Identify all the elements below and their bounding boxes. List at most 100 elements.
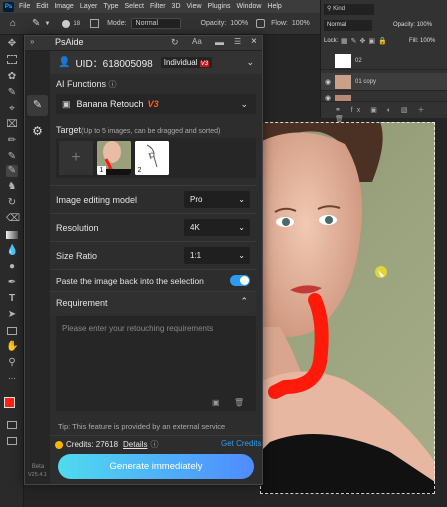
brush-settings-icon[interactable]: [90, 19, 100, 28]
layer-actions[interactable]: ⚭ fx ▣ ◐ ▧ ＋ 🗑: [335, 105, 447, 123]
size-ratio-select[interactable]: 1:1 ⌄: [184, 247, 250, 264]
target-thumbnail[interactable]: 2: [135, 141, 169, 175]
requirement-header[interactable]: Requirement ⌃: [50, 291, 256, 313]
layer-name: 02: [355, 57, 362, 64]
user-icon: 👤: [58, 57, 71, 68]
hand-tool-icon[interactable]: ✋: [6, 341, 18, 353]
function-chevron-icon[interactable]: ⌄: [240, 99, 248, 110]
layer-fill-label: Fill:: [409, 38, 419, 44]
pen-tool-icon[interactable]: ✒: [6, 277, 18, 289]
image-insert-icon[interactable]: ▣: [212, 398, 220, 407]
info-icon[interactable]: ⓘ: [109, 80, 117, 89]
dropdown-arrow-icon[interactable]: ▼: [44, 21, 50, 27]
menu-layer[interactable]: Layer: [80, 3, 98, 10]
panel-header: » PsAide ↻ Aa ▬ ☰ ×: [25, 36, 262, 51]
model-value: Pro: [190, 195, 203, 204]
layer-fill[interactable]: Fill: 100%: [409, 36, 435, 47]
layer-fill-value: 100%: [420, 38, 436, 44]
eyedropper-icon[interactable]: ✏: [6, 135, 18, 147]
panel-menu-icon[interactable]: ☰: [234, 37, 241, 46]
home-icon[interactable]: ⌂: [10, 18, 16, 29]
move-tool-icon[interactable]: ✥: [6, 38, 18, 50]
pressure-opacity-icon[interactable]: [256, 19, 266, 28]
get-credits-link[interactable]: Get Credits: [221, 439, 261, 448]
plan-badge: Individual V3: [160, 57, 213, 68]
generate-button[interactable]: Generate immediately: [58, 454, 254, 479]
history-brush-icon[interactable]: ↻: [6, 197, 18, 209]
clone-stamp-icon[interactable]: ♞: [6, 181, 18, 193]
flow-value[interactable]: 100%: [292, 20, 310, 27]
model-select[interactable]: Pro ⌄: [184, 191, 250, 208]
lock-icons[interactable]: ▦✎✥▣🔒: [341, 36, 390, 47]
layer-opacity[interactable]: Opacity: 100%: [393, 20, 432, 31]
menu-view[interactable]: View: [187, 3, 202, 10]
foreground-color-swatch[interactable]: [4, 397, 15, 408]
type-tool-icon[interactable]: T: [6, 293, 18, 305]
menu-3d[interactable]: 3D: [172, 3, 181, 10]
panel-collapse-icon[interactable]: »: [30, 37, 34, 46]
brush-preset-icon[interactable]: [62, 19, 71, 28]
layer-row[interactable]: 02: [321, 52, 447, 70]
ai-edit-icon[interactable]: ✎: [27, 95, 48, 116]
eraser-icon[interactable]: ⌫: [6, 213, 20, 225]
target-thumbnail[interactable]: 1: [97, 141, 131, 175]
layer-thumbnail: [335, 74, 351, 89]
menu-plugins[interactable]: Plugins: [208, 3, 231, 10]
menu-select[interactable]: Select: [125, 3, 144, 10]
minimize-icon[interactable]: ▬: [215, 37, 224, 47]
paste-toggle[interactable]: [230, 275, 250, 286]
lock-label: Lock:: [324, 38, 339, 44]
account-chevron-icon[interactable]: ⌄: [246, 57, 254, 68]
target-label: Target(Up to 5 images, can be dragged an…: [56, 125, 220, 135]
rectangle-tool-icon[interactable]: [7, 327, 17, 335]
photoshop-logo: Ps: [3, 1, 14, 12]
eye-icon[interactable]: ◉: [321, 94, 335, 102]
layer-row[interactable]: ◉: [321, 94, 447, 102]
marquee-tool-icon[interactable]: [7, 55, 17, 64]
refresh-icon[interactable]: ↻: [171, 37, 179, 48]
menu-type[interactable]: Type: [103, 3, 118, 10]
brush-tool-icon-active[interactable]: ✎: [6, 165, 18, 177]
collapse-chevron-icon[interactable]: ⌃: [240, 296, 248, 307]
trash-icon[interactable]: 🗑: [234, 398, 244, 407]
settings-gear-icon[interactable]: ⚙: [29, 123, 46, 140]
font-size-icon[interactable]: Aa: [192, 37, 202, 46]
crop-tool-icon[interactable]: ⌖: [6, 103, 18, 115]
mode-select[interactable]: Normal: [130, 18, 181, 29]
frame-tool-icon[interactable]: ⌧: [6, 119, 18, 131]
dodge-tool-icon[interactable]: ●: [6, 261, 18, 273]
model-row: Image editing model Pro ⌄: [50, 185, 256, 213]
quick-mask-icon[interactable]: [7, 421, 17, 429]
menu-image[interactable]: Image: [54, 3, 73, 10]
portrait-image: [260, 122, 435, 494]
gradient-tool-icon[interactable]: [6, 231, 18, 239]
target-images-area[interactable]: + 1 2: [56, 138, 256, 178]
lasso-tool-icon[interactable]: ✿: [6, 71, 18, 83]
more-tools-icon[interactable]: ⋯: [6, 373, 18, 385]
layers-panel: ⚲ Kind Normal Opacity: 100% Lock: ▦✎✥▣🔒 …: [320, 0, 447, 123]
details-link[interactable]: Details: [123, 440, 147, 449]
path-select-icon[interactable]: ➤: [6, 309, 18, 321]
close-icon[interactable]: ×: [251, 36, 257, 47]
layer-kind-filter[interactable]: ⚲ Kind: [324, 4, 374, 15]
healing-brush-icon[interactable]: ✎: [6, 151, 18, 163]
menu-filter[interactable]: Filter: [150, 3, 166, 10]
requirement-input[interactable]: Please enter your retouching requirement…: [56, 316, 256, 411]
menu-window[interactable]: Window: [237, 3, 262, 10]
blur-tool-icon[interactable]: 💧: [6, 245, 18, 257]
brush-tool-icon[interactable]: ✎: [32, 18, 40, 29]
quick-select-icon[interactable]: ✎: [6, 87, 18, 99]
zoom-tool-icon[interactable]: ⚲: [6, 357, 18, 369]
eye-icon[interactable]: ◉: [321, 78, 335, 86]
menu-edit[interactable]: Edit: [36, 3, 48, 10]
blend-mode-select[interactable]: Normal: [324, 20, 372, 31]
resolution-select[interactable]: 4K ⌄: [184, 219, 250, 236]
menu-help[interactable]: Help: [267, 3, 281, 10]
function-select[interactable]: ▣ Banana Retouch V3 ⌄: [56, 94, 256, 114]
screen-mode-icon[interactable]: [7, 437, 17, 445]
menu-file[interactable]: File: [19, 3, 30, 10]
details-info-icon[interactable]: ⓘ: [150, 439, 158, 450]
layer-row[interactable]: ◉ 01 copy: [321, 73, 447, 91]
add-image-button[interactable]: +: [59, 141, 93, 175]
opacity-value[interactable]: 100%: [230, 20, 248, 27]
